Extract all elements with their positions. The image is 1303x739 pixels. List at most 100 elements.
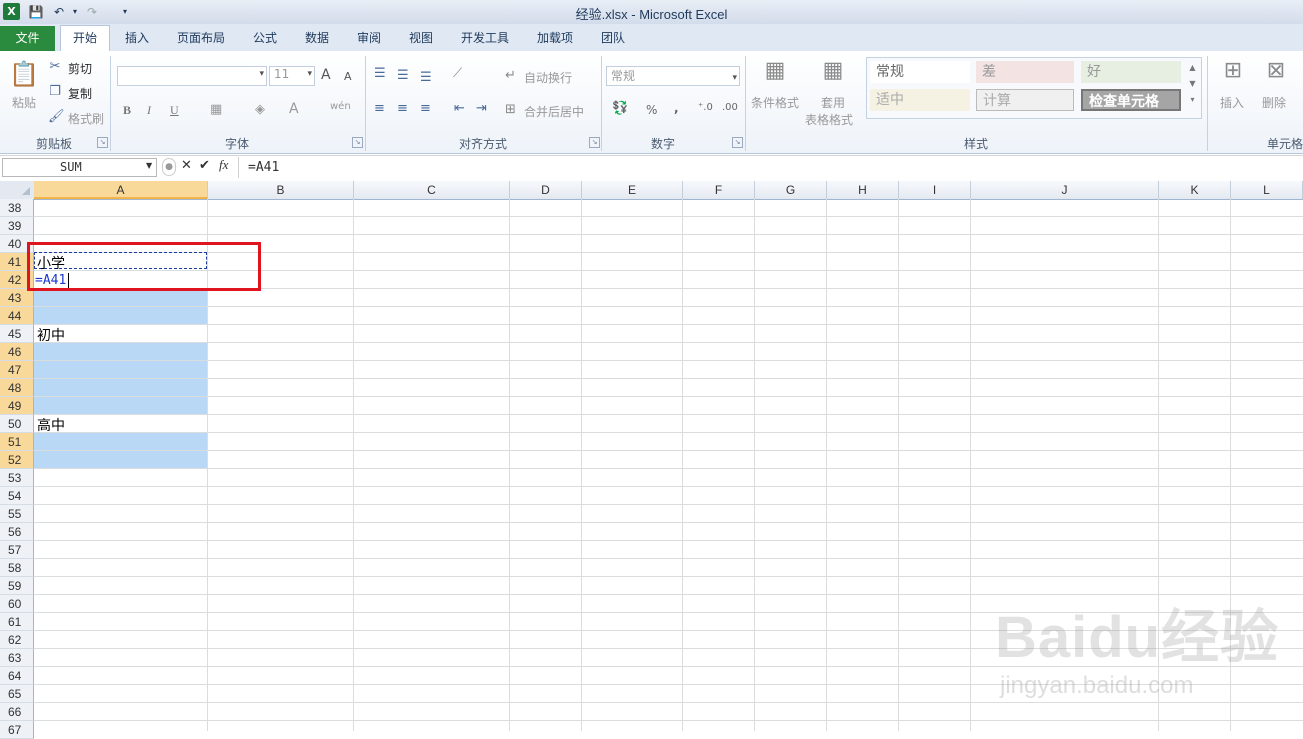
row-header-39[interactable]: 39 — [0, 217, 34, 235]
decrease-decimal-icon[interactable]: .00 — [722, 102, 738, 113]
row-header-51[interactable]: 51 — [0, 433, 34, 451]
tab-review[interactable]: 审阅 — [349, 27, 389, 49]
percent-button[interactable]: % — [646, 103, 657, 117]
tab-file[interactable]: 文件 — [0, 26, 55, 51]
alignment-launcher-icon[interactable]: ↘ — [589, 137, 600, 148]
row-header-47[interactable]: 47 — [0, 361, 34, 379]
row-header-38[interactable]: 38 — [0, 199, 34, 217]
row-header-67[interactable]: 67 — [0, 721, 34, 739]
orientation-icon[interactable]: ⟋ — [453, 66, 462, 81]
column-header-J[interactable]: J — [971, 181, 1159, 199]
merge-center-button[interactable]: 合并后居中 — [524, 103, 584, 120]
style-bad[interactable]: 差 — [976, 61, 1074, 83]
row-header-64[interactable]: 64 — [0, 667, 34, 685]
cut-button[interactable]: 剪切 — [68, 60, 92, 77]
tab-addins[interactable]: 加载项 — [529, 27, 581, 49]
column-header-L[interactable]: L — [1231, 181, 1303, 199]
row-header-66[interactable]: 66 — [0, 703, 34, 721]
row-header-59[interactable]: 59 — [0, 577, 34, 595]
font-color-button[interactable]: A — [289, 101, 299, 117]
border-icon[interactable]: ▦ — [210, 102, 222, 117]
comma-button[interactable]: , — [674, 101, 679, 115]
conditional-format-button[interactable]: 条件格式 — [751, 94, 799, 111]
row-header-53[interactable]: 53 — [0, 469, 34, 487]
delete-cells-button[interactable]: 删除 — [1262, 94, 1286, 111]
row-header-48[interactable]: 48 — [0, 379, 34, 397]
row-header-60[interactable]: 60 — [0, 595, 34, 613]
decrease-indent-icon[interactable]: ⇤ — [454, 101, 465, 116]
increase-decimal-icon[interactable]: ⁺.0 — [698, 102, 713, 113]
tab-developer[interactable]: 开发工具 — [455, 27, 515, 49]
align-bottom-icon[interactable]: ☰ — [420, 70, 432, 85]
style-normal[interactable]: 常规 — [870, 61, 970, 83]
formula-bar-handle-icon[interactable]: ● — [162, 158, 176, 176]
enter-icon[interactable]: ✔ — [199, 158, 210, 173]
grow-font-button[interactable]: A — [321, 67, 331, 83]
row-header-62[interactable]: 62 — [0, 631, 34, 649]
font-name-combo[interactable]: ▾ — [117, 66, 267, 86]
align-left-icon[interactable]: ≡ — [374, 101, 385, 116]
insert-function-icon[interactable]: fx — [219, 157, 228, 173]
row-header-57[interactable]: 57 — [0, 541, 34, 559]
style-calculation[interactable]: 计算 — [976, 89, 1074, 111]
table-format-button-line2[interactable]: 表格格式 — [805, 111, 853, 128]
row-header-65[interactable]: 65 — [0, 685, 34, 703]
number-launcher-icon[interactable]: ↘ — [732, 137, 743, 148]
row-header-44[interactable]: 44 — [0, 307, 34, 325]
cell-A50[interactable]: 高中 — [37, 415, 65, 435]
row-header-58[interactable]: 58 — [0, 559, 34, 577]
column-header-C[interactable]: C — [354, 181, 510, 199]
copy-button[interactable]: 复制 — [68, 85, 92, 102]
format-painter-button[interactable]: 格式刷 — [68, 110, 104, 127]
bold-button[interactable]: B — [123, 103, 131, 118]
tab-insert[interactable]: 插入 — [116, 27, 158, 49]
table-format-button[interactable]: 套用 — [821, 94, 845, 111]
cell-A45[interactable]: 初中 — [37, 325, 65, 345]
style-good[interactable]: 好 — [1081, 61, 1181, 83]
font-size-combo[interactable]: 11 ▾ — [269, 66, 315, 86]
row-header-50[interactable]: 50 — [0, 415, 34, 433]
paste-button[interactable]: 粘贴 — [12, 94, 36, 111]
cancel-icon[interactable]: ✕ — [181, 158, 192, 173]
number-format-combo[interactable]: 常规 ▾ — [606, 66, 740, 86]
font-launcher-icon[interactable]: ↘ — [352, 137, 363, 148]
currency-icon[interactable]: 💱 — [612, 101, 628, 116]
column-header-K[interactable]: K — [1159, 181, 1231, 199]
increase-indent-icon[interactable]: ⇥ — [476, 101, 487, 116]
tab-formulas[interactable]: 公式 — [245, 27, 285, 49]
row-header-52[interactable]: 52 — [0, 451, 34, 469]
row-header-49[interactable]: 49 — [0, 397, 34, 415]
italic-button[interactable]: I — [147, 103, 151, 118]
formula-input[interactable]: =A41 — [248, 160, 279, 175]
tab-team[interactable]: 团队 — [593, 27, 633, 49]
style-check-cell[interactable]: 检查单元格 — [1081, 89, 1181, 111]
phonetic-button[interactable]: wén — [330, 101, 351, 112]
column-header-A[interactable]: A — [34, 181, 208, 199]
tab-data[interactable]: 数据 — [297, 27, 337, 49]
column-header-H[interactable]: H — [827, 181, 899, 199]
column-header-E[interactable]: E — [582, 181, 683, 199]
shrink-font-button[interactable]: A — [344, 70, 352, 83]
row-header-54[interactable]: 54 — [0, 487, 34, 505]
row-header-56[interactable]: 56 — [0, 523, 34, 541]
insert-cells-button[interactable]: 插入 — [1220, 94, 1244, 111]
name-box-dropdown-icon[interactable]: ▼ — [146, 161, 152, 170]
underline-button[interactable]: U — [170, 103, 179, 118]
align-center-icon[interactable]: ≡ — [397, 101, 408, 116]
align-top-icon[interactable]: ☰ — [374, 66, 386, 81]
tab-home[interactable]: 开始 — [60, 25, 110, 52]
fill-color-icon[interactable]: ◈ — [255, 102, 265, 117]
row-header-63[interactable]: 63 — [0, 649, 34, 667]
paste-icon[interactable]: 📋 — [9, 58, 39, 90]
column-header-D[interactable]: D — [510, 181, 582, 199]
tab-page-layout[interactable]: 页面布局 — [170, 27, 232, 49]
column-header-G[interactable]: G — [755, 181, 827, 199]
column-header-I[interactable]: I — [899, 181, 971, 199]
gallery-scroll-icon[interactable]: ▲ ▼ ▾ — [1187, 60, 1198, 114]
row-header-45[interactable]: 45 — [0, 325, 34, 343]
row-header-46[interactable]: 46 — [0, 343, 34, 361]
wrap-text-button[interactable]: 自动换行 — [524, 69, 572, 86]
align-middle-icon[interactable]: ☰ — [397, 68, 409, 83]
style-neutral[interactable]: 适中 — [870, 89, 970, 111]
tab-view[interactable]: 视图 — [401, 27, 441, 49]
